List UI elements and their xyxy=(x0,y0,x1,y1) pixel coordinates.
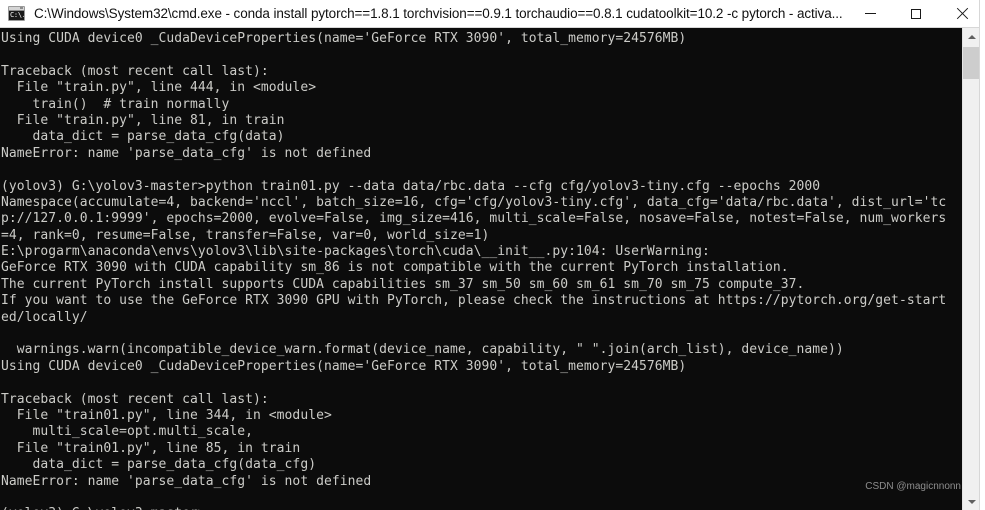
console-line: ed/locally/ xyxy=(1,309,88,325)
minimize-icon xyxy=(864,13,876,14)
console-area[interactable]: Using CUDA device0 _CudaDeviceProperties… xyxy=(0,28,985,510)
console-output[interactable]: Using CUDA device0 _CudaDeviceProperties… xyxy=(0,28,962,510)
window-title: C:\Windows\System32\cmd.exe - conda inst… xyxy=(34,6,843,21)
console-line: File "train01.py", line 85, in train xyxy=(1,440,301,456)
scrollbar-thumb[interactable] xyxy=(963,47,980,79)
console-line: train() # train normally xyxy=(1,96,230,112)
console-line: NameError: name 'parse_data_cfg' is not … xyxy=(1,473,372,489)
console-line: =4, rank=0, resume=False, transfer=False… xyxy=(1,227,490,243)
cmd-icon-glyph: C:\. xyxy=(10,11,25,19)
console-line: p://127.0.0.1:9999', epochs=2000, evolve… xyxy=(1,211,947,227)
console-line: The current PyTorch install supports CUD… xyxy=(1,276,805,292)
scroll-down-button[interactable] xyxy=(963,493,980,510)
title-bar-left: C:\. C:\Windows\System32\cmd.exe - conda… xyxy=(0,0,847,27)
console-line: Namespace(accumulate=4, backend='nccl', … xyxy=(1,194,947,210)
console-line: File "train.py", line 444, in <module> xyxy=(1,80,317,96)
console-line: multi_scale=opt.multi_scale, xyxy=(1,424,254,440)
cmd-window: C:\. C:\Windows\System32\cmd.exe - conda… xyxy=(0,0,985,510)
console-line: File "train.py", line 81, in train xyxy=(1,112,285,128)
cmd-exe-icon: C:\. xyxy=(8,6,25,21)
console-line: Traceback (most recent call last): xyxy=(1,391,269,407)
console-line: NameError: name 'parse_data_cfg' is not … xyxy=(1,145,372,161)
vertical-scrollbar[interactable] xyxy=(962,28,980,510)
console-line: File "train01.py", line 344, in <module> xyxy=(1,407,332,423)
console-line: Using CUDA device0 _CudaDeviceProperties… xyxy=(1,358,687,374)
window-controls xyxy=(847,0,985,27)
maximize-icon xyxy=(911,8,921,19)
maximize-button[interactable] xyxy=(893,0,939,27)
console-line: (yolov3) G:\yolov3-master> xyxy=(1,506,962,510)
window-right-border xyxy=(979,0,985,510)
console-line: Traceback (most recent call last): xyxy=(1,63,269,79)
console-line: If you want to use the GeForce RTX 3090 … xyxy=(1,293,947,309)
console-line: data_dict = parse_data_cfg(data_cfg) xyxy=(1,457,317,473)
console-line: data_dict = parse_data_cfg(data) xyxy=(1,129,285,145)
title-bar[interactable]: C:\. C:\Windows\System32\cmd.exe - conda… xyxy=(0,0,985,28)
console-line: Using CUDA device0 _CudaDeviceProperties… xyxy=(1,31,687,46)
close-icon xyxy=(956,7,969,20)
minimize-button[interactable] xyxy=(847,0,893,27)
console-line: GeForce RTX 3090 with CUDA capability sm… xyxy=(1,260,789,276)
console-line: (yolov3) G:\yolov3-master>python train01… xyxy=(1,178,821,194)
chevron-down-icon xyxy=(967,499,976,504)
scroll-up-button[interactable] xyxy=(963,28,980,45)
chevron-up-icon xyxy=(967,34,976,39)
console-line: warnings.warn(incompatible_device_warn.f… xyxy=(1,342,844,358)
console-line: E:\progarm\anaconda\envs\yolov3\lib\site… xyxy=(1,244,710,260)
